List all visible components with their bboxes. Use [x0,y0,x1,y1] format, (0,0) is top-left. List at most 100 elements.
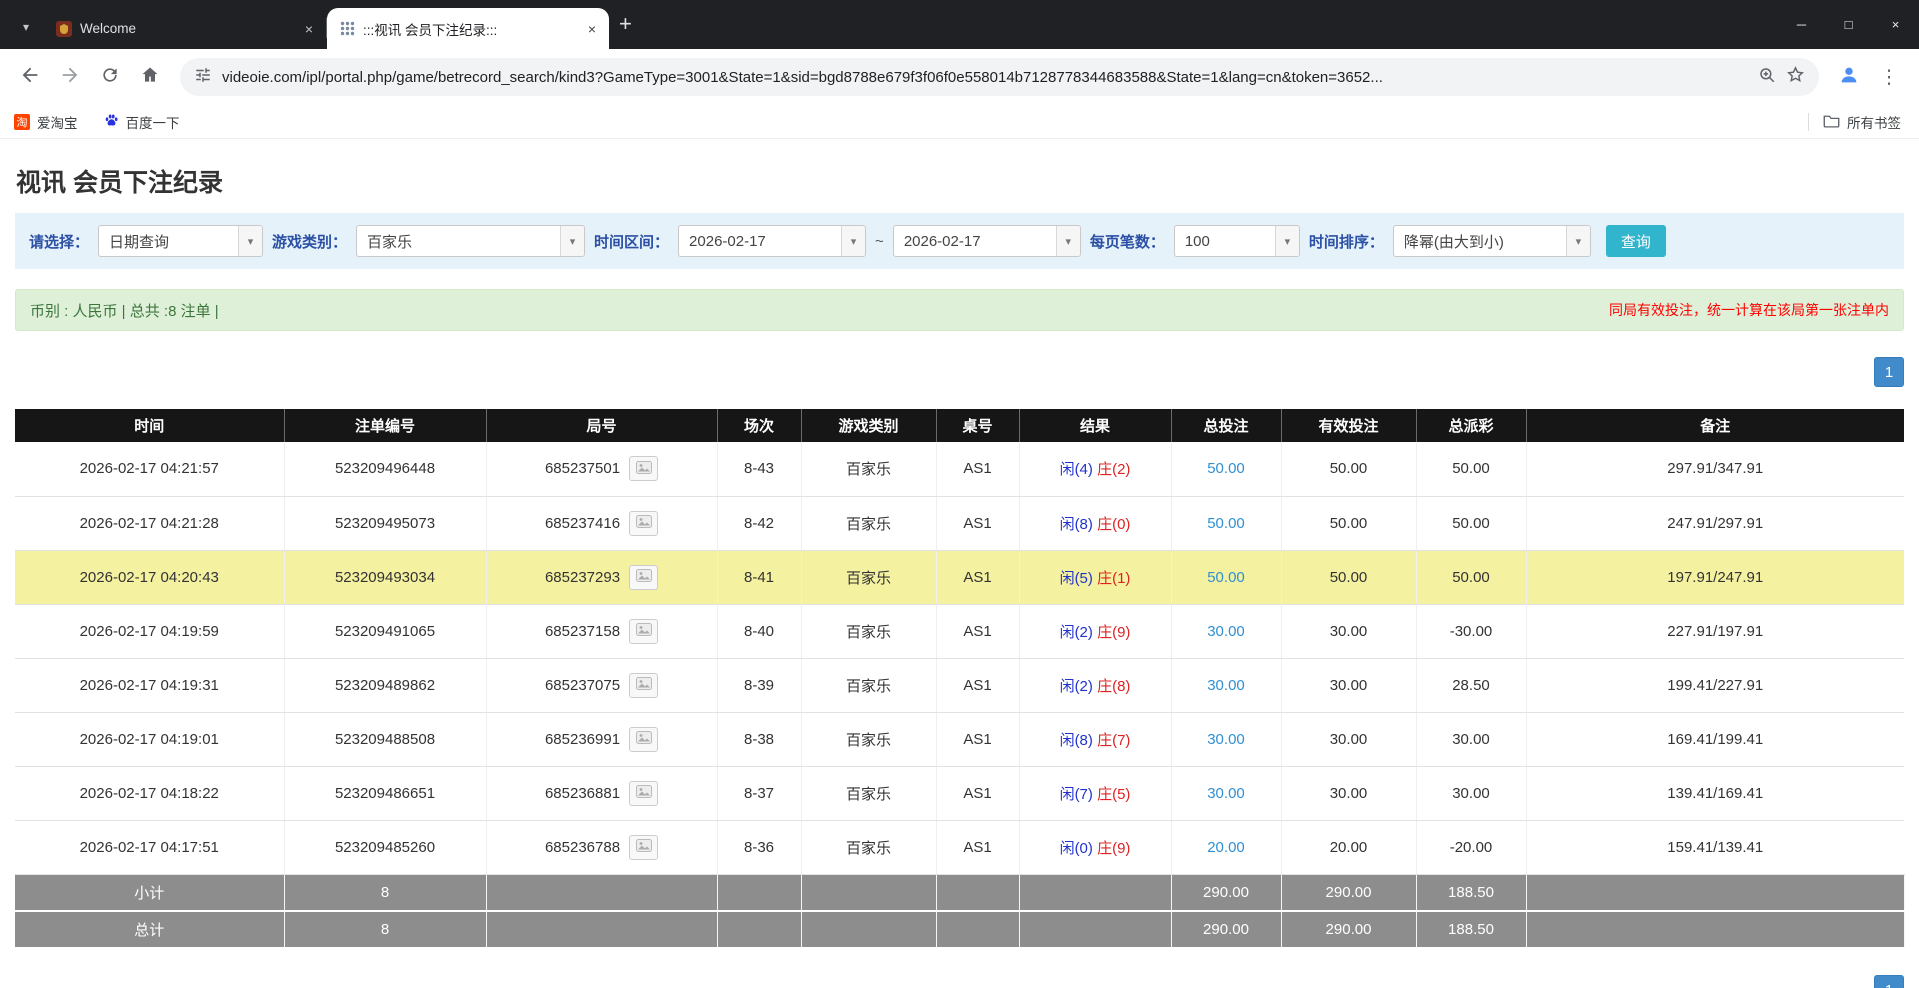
cell-payout: 50.00 [1416,442,1526,496]
filter-panel: 请选择： 日期查询 ▾ 游戏类别： 百家乐 ▾ 时间区间： 2026-02-17… [15,213,1904,269]
menu-button[interactable]: ⋮ [1869,57,1909,97]
cell-time: 2026-02-17 04:20:43 [15,550,284,604]
cell-session: 8-39 [717,658,801,712]
image-icon [636,839,652,855]
total-bet-link[interactable]: 30.00 [1207,677,1245,694]
chevron-down-icon[interactable]: ▾ [841,226,865,256]
cell-note: 199.41/227.91 [1526,658,1904,712]
round-number: 685237158 [545,623,620,640]
cell-total-bet: 30.00 [1171,766,1281,820]
cell-bet-id: 523209488508 [284,712,486,766]
total-bet-link[interactable]: 30.00 [1207,785,1245,802]
date-from-select[interactable]: 2026-02-17 ▾ [678,225,866,257]
cell-round: 685237501 [486,442,717,496]
page-1-button[interactable]: 1 [1874,357,1904,387]
bookmark-baidu[interactable]: 百度一下 [104,112,180,132]
date-to-select[interactable]: 2026-02-17 ▾ [893,225,1081,257]
round-replay-button[interactable] [629,727,658,752]
total-bet-link[interactable]: 30.00 [1207,623,1245,640]
home-button[interactable] [130,57,170,97]
round-replay-button[interactable] [629,565,658,590]
cell-total-bet: 30.00 [1171,658,1281,712]
refresh-button[interactable] [90,57,130,97]
tab-close-icon[interactable]: × [300,20,318,38]
cell-table-no: AS1 [936,766,1019,820]
column-header: 桌号 [936,409,1019,442]
total-bet-link[interactable]: 20.00 [1207,839,1245,856]
result-banker: 庄(1) [1097,570,1130,587]
chevron-down-icon[interactable]: ▾ [560,226,584,256]
minimize-button[interactable]: ─ [1778,0,1825,49]
forward-button[interactable] [50,57,90,97]
round-replay-button[interactable] [629,511,658,536]
query-type-select[interactable]: 日期查询 ▾ [98,225,263,257]
pagination-top: 1 [15,357,1904,387]
result-banker: 庄(9) [1097,624,1130,641]
tab-betrecord[interactable]: :::视讯 会员下注纪录::: × [327,8,609,49]
all-bookmarks-label: 所有书签 [1847,112,1901,132]
chevron-down-icon: ▾ [23,20,29,34]
tab-welcome[interactable]: Welcome × [44,8,326,49]
round-replay-button[interactable] [629,673,658,698]
cell-session: 8-43 [717,442,801,496]
round-replay-button[interactable] [629,456,658,481]
chevron-down-icon[interactable]: ▾ [1056,226,1080,256]
zoom-icon[interactable] [1758,66,1776,89]
sort-select[interactable]: 降幂(由大到小) ▾ [1393,225,1591,257]
profile-avatar-icon [1838,64,1860,91]
cell-session: 8-42 [717,496,801,550]
image-icon [636,461,652,477]
result-banker: 庄(0) [1097,516,1130,533]
total-bet-link[interactable]: 50.00 [1207,569,1245,586]
tab-bar: ▾ Welcome × :::视讯 会员下注纪录::: × + ─ □ × [0,0,1919,49]
tab-close-icon[interactable]: × [583,20,601,38]
page-1-button[interactable]: 1 [1874,975,1904,988]
total-bet-link[interactable]: 50.00 [1207,515,1245,532]
total-bet-link[interactable]: 30.00 [1207,731,1245,748]
round-replay-button[interactable] [629,619,658,644]
cell-table-no: AS1 [936,604,1019,658]
maximize-button[interactable]: □ [1825,0,1872,49]
round-replay-button[interactable] [629,835,658,860]
result-banker: 庄(8) [1097,678,1130,695]
bookmark-aitaobao[interactable]: 淘 爱淘宝 [14,112,78,132]
bookmark-star-icon[interactable] [1786,65,1805,89]
game-type-label: 游戏类别： [272,231,347,252]
result-player: 闲(8) [1060,516,1093,533]
cell-bet-id: 523209491065 [284,604,486,658]
table-row: 2026-02-17 04:19:01523209488508685236991… [15,712,1904,766]
round-replay-button[interactable] [629,781,658,806]
summary-valid-bet: 290.00 [1281,911,1416,948]
all-bookmarks-button[interactable]: 所有书签 [1823,112,1901,132]
result-player: 闲(2) [1060,678,1093,695]
cell-total-bet: 30.00 [1171,712,1281,766]
total-bet-link[interactable]: 50.00 [1207,460,1245,477]
summary-label: 小计 [15,874,284,911]
image-icon [636,677,652,693]
cell-valid-bet: 30.00 [1281,604,1416,658]
game-type-select[interactable]: 百家乐 ▾ [356,225,585,257]
baidu-paw-icon [104,113,119,131]
tab-search-button[interactable]: ▾ [12,13,40,41]
per-page-select[interactable]: 100 ▾ [1174,225,1300,257]
new-tab-button[interactable]: + [619,13,632,35]
cell-payout: 50.00 [1416,550,1526,604]
column-header: 总投注 [1171,409,1281,442]
chevron-down-icon[interactable]: ▾ [1566,226,1590,256]
back-button[interactable] [10,57,50,97]
search-button[interactable]: 查询 [1606,225,1666,257]
cell-round: 685237416 [486,496,717,550]
bookmark-label: 爱淘宝 [37,112,78,132]
chevron-down-icon[interactable]: ▾ [1275,226,1299,256]
cell-payout: 50.00 [1416,496,1526,550]
cell-session: 8-41 [717,550,801,604]
close-window-button[interactable]: × [1872,0,1919,49]
summary-total-bet: 290.00 [1171,911,1281,948]
column-header: 时间 [15,409,284,442]
site-settings-icon[interactable] [194,66,212,89]
round-number: 685237075 [545,677,620,694]
chevron-down-icon[interactable]: ▾ [238,226,262,256]
profile-button[interactable] [1829,57,1869,97]
cell-bet-id: 523209496448 [284,442,486,496]
address-bar[interactable]: videoie.com/ipl/portal.php/game/betrecor… [180,58,1819,96]
